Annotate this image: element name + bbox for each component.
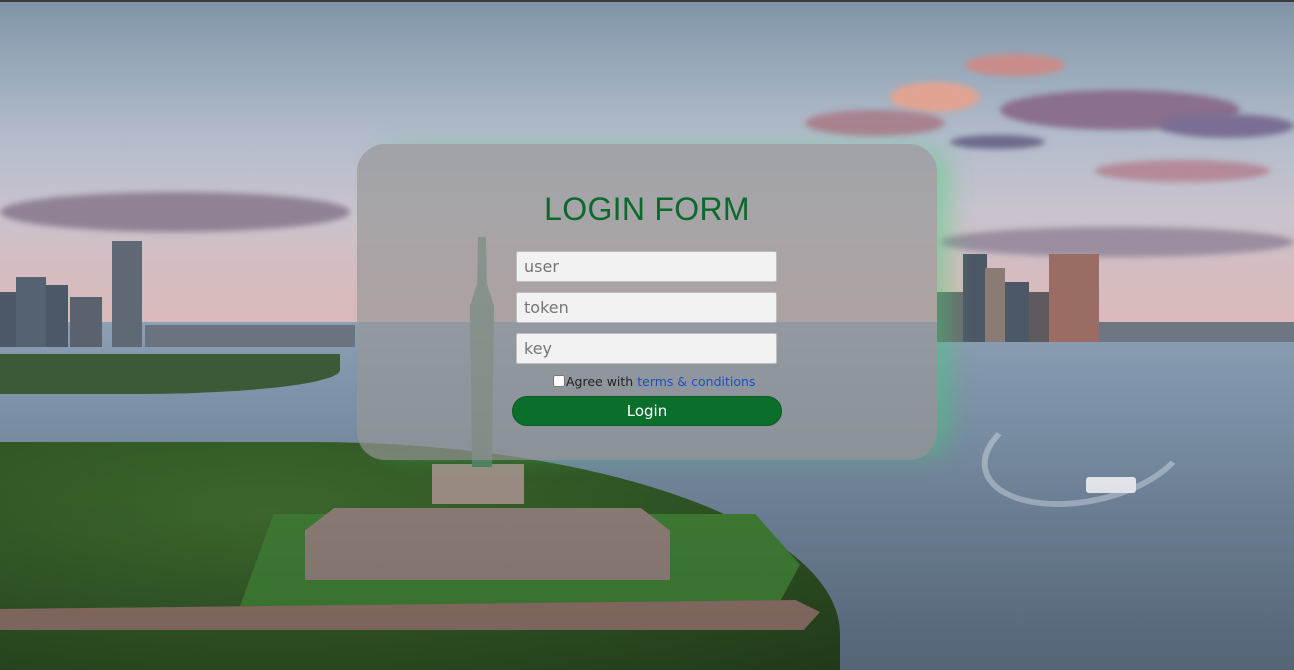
terms-checkbox[interactable] bbox=[553, 375, 565, 387]
login-button[interactable]: Login bbox=[512, 396, 782, 426]
terms-label: Agree with bbox=[566, 373, 634, 389]
login-form: LOGIN FORM Agree with terms & conditions… bbox=[357, 144, 937, 460]
page: LOGIN FORM Agree with terms & conditions… bbox=[0, 0, 1294, 670]
form-title: LOGIN FORM bbox=[544, 191, 750, 227]
key-input[interactable] bbox=[516, 333, 777, 364]
token-input[interactable] bbox=[516, 292, 777, 323]
terms-row: Agree with terms & conditions bbox=[553, 373, 755, 389]
user-input[interactable] bbox=[516, 251, 777, 282]
terms-link[interactable]: terms & conditions bbox=[637, 374, 755, 389]
